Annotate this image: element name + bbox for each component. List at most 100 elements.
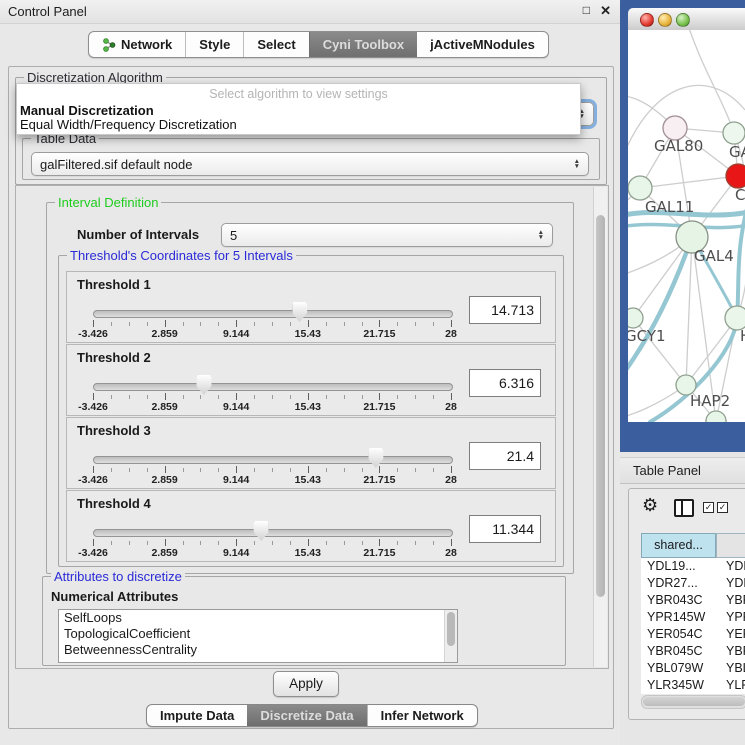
close-icon[interactable]: ✕ [600, 3, 611, 19]
threshold-value-field[interactable]: 14.713 [469, 296, 541, 324]
cell-name[interactable]: YLR3 [716, 677, 745, 694]
slider-tick [433, 541, 434, 545]
threshold-value-field[interactable]: 11.344 [469, 515, 541, 543]
tab-network[interactable]: Network [89, 32, 185, 57]
vertical-scrollbar[interactable] [593, 187, 607, 667]
cell-name[interactable]: YDL1 [716, 558, 745, 575]
slider-thumb[interactable] [254, 521, 269, 541]
cell-shared-name[interactable]: YLR345W [641, 677, 716, 694]
numerical-attributes-list[interactable]: SelfLoopsTopologicalCoefficientBetweenne… [58, 609, 458, 663]
checkbox-icon[interactable]: ✓ [717, 502, 728, 513]
horizontal-scrollbar[interactable] [641, 695, 745, 709]
table-row[interactable]: YPR145WYPR1 [641, 609, 745, 626]
slider-tick [200, 541, 201, 545]
table-row[interactable]: YDL19...YDL1 [641, 558, 745, 575]
attribute-item[interactable]: TopologicalCoefficient [59, 626, 457, 642]
slider-scale-label: 28 [445, 401, 457, 413]
slider-tick [254, 541, 255, 545]
scrollbar-thumb[interactable] [447, 612, 455, 646]
number-of-intervals-combobox[interactable]: 5 ▲▼ [221, 223, 553, 247]
minimize-traffic-light-icon[interactable] [658, 13, 672, 27]
table-row[interactable]: YLR345WYLR3 [641, 677, 745, 694]
slider-tick [362, 322, 363, 326]
combobox-value: galFiltered.sif default node [40, 157, 192, 172]
apply-button[interactable]: Apply [273, 671, 339, 697]
float-window-icon[interactable]: □ [583, 3, 590, 17]
table-row[interactable]: YBR045CYBR0 [641, 643, 745, 660]
slider-tick [362, 541, 363, 545]
slider-tick [200, 322, 201, 326]
attribute-item[interactable]: BetweennessCentrality [59, 642, 457, 658]
cell-shared-name[interactable]: YDR27... [641, 575, 716, 592]
cell-shared-name[interactable]: YER054C [641, 626, 716, 643]
slider-thumb[interactable] [368, 448, 383, 468]
slider-track[interactable] [93, 456, 453, 464]
scrollbar-thumb[interactable] [643, 697, 745, 706]
table-data-combobox[interactable]: galFiltered.sif default node ▲▼ [31, 152, 589, 176]
network-nodes[interactable] [628, 116, 745, 422]
table-row[interactable]: YDR27...YDR2 [641, 575, 745, 592]
split-columns-icon[interactable] [674, 499, 694, 517]
cell-name[interactable]: YDR2 [716, 575, 745, 592]
cell-shared-name[interactable]: YDL19... [641, 558, 716, 575]
checkbox-icon[interactable]: ✓ [703, 502, 714, 513]
cell-name[interactable]: YBR0 [716, 592, 745, 609]
column-header-shared-name[interactable]: shared... [641, 533, 716, 558]
close-traffic-light-icon[interactable] [640, 13, 654, 27]
numerical-attributes-label: Numerical Attributes [51, 589, 178, 604]
slider-tick [290, 541, 291, 545]
cell-shared-name[interactable]: YBR045C [641, 643, 716, 660]
list-vertical-scrollbar[interactable] [444, 610, 457, 662]
slider-scale-label: 9.144 [223, 328, 249, 340]
slider-tick [397, 541, 398, 545]
table-row[interactable]: YBR043CYBR0 [641, 592, 745, 609]
cell-name[interactable]: YBL0 [716, 660, 745, 677]
slider-thumb[interactable] [292, 302, 307, 322]
cell-name[interactable]: YER0 [716, 626, 745, 643]
cell-name[interactable]: YPR1 [716, 609, 745, 626]
scrollbar-thumb[interactable] [596, 215, 605, 597]
cell-shared-name[interactable]: YBR043C [641, 592, 716, 609]
cell-name[interactable]: YBR0 [716, 643, 745, 660]
attributes-group: Attributes to discretize Numerical Attri… [42, 576, 566, 666]
popup-option-equal-width[interactable]: Equal Width/Frequency Discretization [20, 117, 237, 132]
gear-icon[interactable]: ⚙ [642, 495, 658, 516]
tab-impute-data[interactable]: Impute Data [147, 705, 247, 726]
popup-option-manual-discretization[interactable]: Manual Discretization [20, 103, 154, 118]
network-canvas[interactable]: GAL80 GA C GAL11 GAL4 GCY1 H HAP2 [628, 30, 745, 422]
table-row[interactable]: YBL079WYBL0 [641, 660, 745, 677]
tab-style[interactable]: Style [185, 32, 243, 57]
slider-scale-label: 15.43 [295, 474, 321, 486]
slider-scale-label: 21.715 [363, 328, 395, 340]
slider-tick [451, 393, 452, 400]
node-label-gal11: GAL11 [645, 198, 694, 216]
threshold-value-field[interactable]: 6.316 [469, 369, 541, 397]
table-row[interactable]: YER054CYER0 [641, 626, 745, 643]
slider-tick [326, 468, 327, 472]
tab-discretize-data[interactable]: Discretize Data [247, 705, 366, 726]
tab-jactivemnodules[interactable]: jActiveMNodules [417, 32, 548, 57]
slider-scale-labels: -3.4262.8599.14415.4321.71528 [93, 547, 451, 558]
slider-tick [344, 541, 345, 545]
tab-label: Select [257, 37, 295, 52]
threshold-value-field[interactable]: 21.4 [469, 442, 541, 470]
slider-tick [308, 393, 309, 400]
slider-tick [111, 322, 112, 326]
column-header-name[interactable]: n... [716, 533, 745, 558]
tab-label: Style [199, 37, 230, 52]
tab-infer-network[interactable]: Infer Network [367, 705, 477, 726]
slider-tick [290, 395, 291, 399]
zoom-traffic-light-icon[interactable] [676, 13, 690, 27]
slider-track[interactable] [93, 529, 453, 537]
slider-tick [290, 468, 291, 472]
cell-shared-name[interactable]: YBL079W [641, 660, 716, 677]
slider-track[interactable] [93, 310, 453, 318]
slider-thumb[interactable] [196, 375, 211, 395]
cell-shared-name[interactable]: YPR145W [641, 609, 716, 626]
slider-track[interactable] [93, 383, 453, 391]
network-window-titlebar[interactable] [628, 8, 745, 31]
threshold-row: Threshold 4 -3.4262.8599.14415.4321.7152… [66, 490, 556, 562]
attribute-item[interactable]: SelfLoops [59, 610, 457, 626]
tab-cyni-toolbox[interactable]: Cyni Toolbox [309, 32, 417, 57]
tab-select[interactable]: Select [243, 32, 308, 57]
